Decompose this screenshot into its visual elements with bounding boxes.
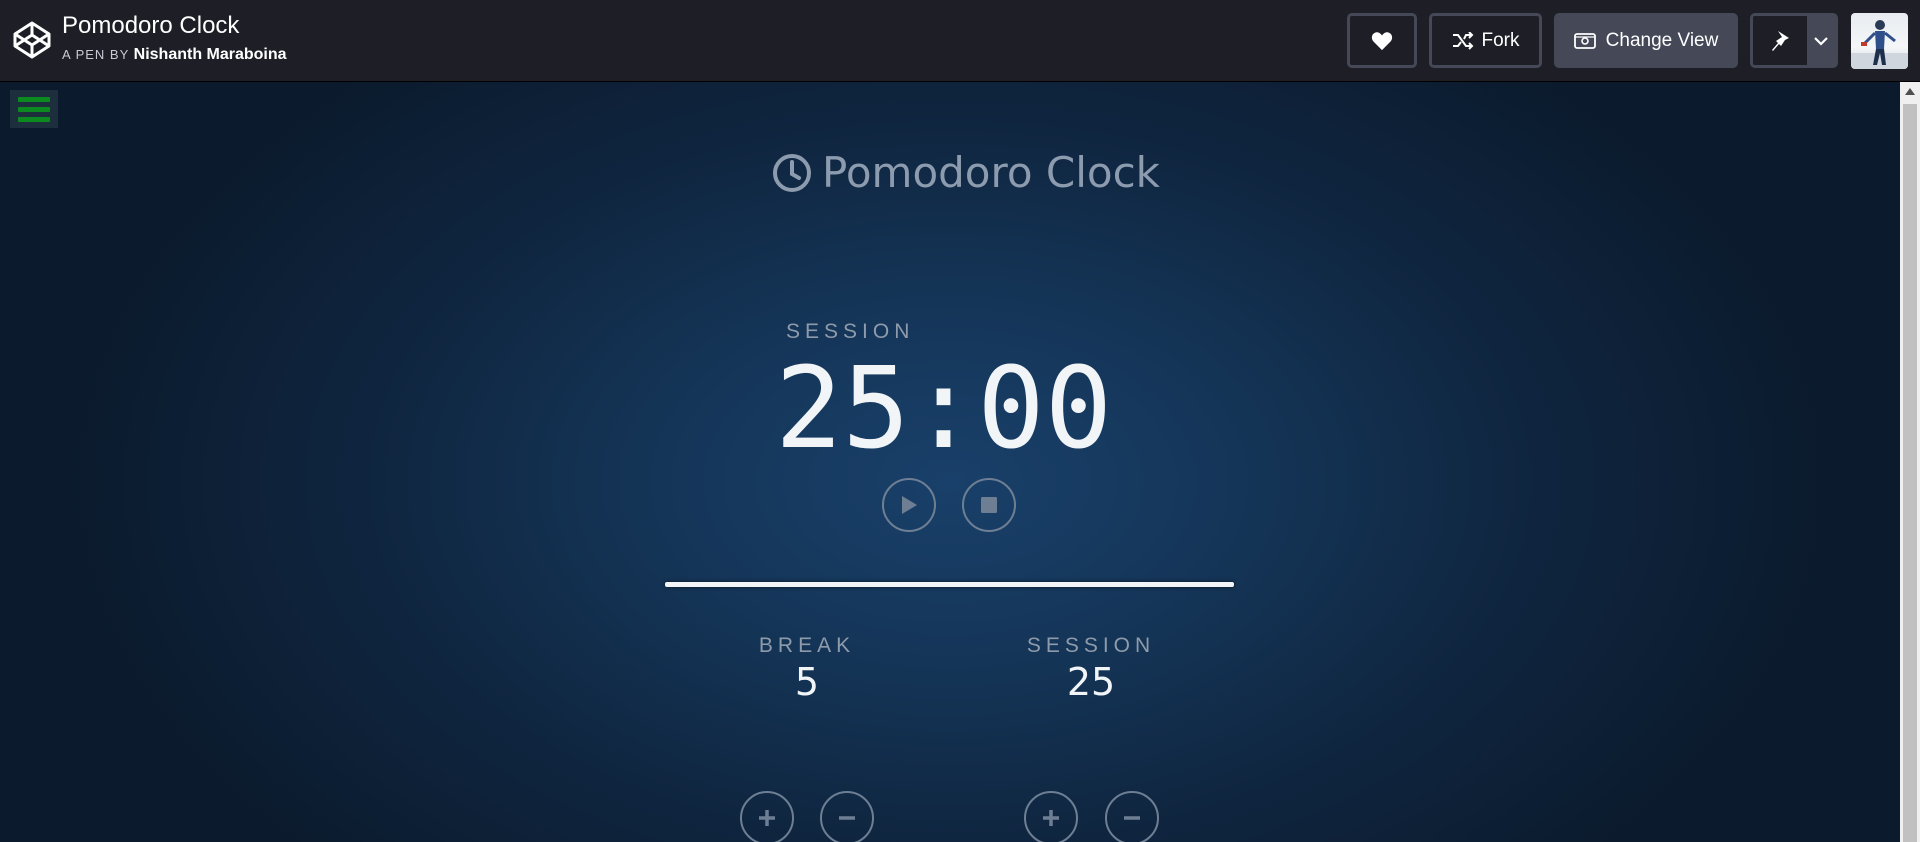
pen-title-block: Pomodoro Clock A PEN BY Nishanth Maraboi… — [62, 12, 287, 64]
scroll-thumb[interactable] — [1903, 104, 1917, 842]
hamburger-line — [18, 116, 50, 122]
break-value: 5 — [794, 660, 820, 704]
stop-icon — [981, 497, 997, 513]
codepen-header: Pomodoro Clock A PEN BY Nishanth Maraboi… — [0, 0, 1920, 82]
app-title: Pomodoro Clock — [772, 148, 1160, 197]
plus-icon — [759, 810, 775, 826]
codepen-logo-icon[interactable] — [12, 20, 52, 60]
pin-button-main[interactable] — [1753, 16, 1808, 65]
vertical-scrollbar[interactable] — [1900, 82, 1920, 842]
change-view-label: Change View — [1605, 29, 1719, 51]
fork-label: Fork — [1481, 29, 1520, 51]
pen-title[interactable]: Pomodoro Clock — [62, 12, 287, 40]
minus-icon — [839, 816, 855, 820]
session-adjuster: SESSION 25 — [1011, 634, 1171, 704]
break-adjuster: BREAK 5 — [727, 634, 887, 704]
user-avatar[interactable] — [1851, 13, 1908, 69]
minus-icon — [1124, 816, 1140, 820]
current-mode-label: SESSION — [786, 320, 915, 343]
plus-icon — [1043, 810, 1059, 826]
pen-byline: A PEN BY Nishanth Maraboina — [62, 46, 287, 64]
break-label: BREAK — [758, 634, 856, 657]
caret-up-icon — [1905, 87, 1915, 95]
fork-button[interactable]: Fork — [1429, 13, 1542, 68]
session-length-label: SESSION — [1026, 634, 1156, 657]
pen-by-prefix: A PEN BY — [62, 47, 130, 62]
break-decrement-button[interactable] — [820, 791, 874, 842]
pin-icon — [1772, 30, 1790, 51]
session-increment-button[interactable] — [1024, 791, 1078, 842]
change-view-button[interactable]: Change View — [1554, 13, 1738, 68]
play-button[interactable] — [882, 478, 936, 532]
fork-icon — [1452, 31, 1473, 50]
session-decrement-button[interactable] — [1105, 791, 1159, 842]
play-icon — [902, 496, 917, 514]
hamburger-line — [18, 106, 50, 112]
scroll-up-arrow[interactable] — [1900, 82, 1920, 100]
pin-dropdown-toggle[interactable] — [1807, 16, 1835, 65]
app-title-text: Pomodoro Clock — [822, 148, 1160, 197]
menu-button[interactable] — [10, 90, 58, 128]
hamburger-line — [18, 96, 50, 102]
clock-icon — [773, 153, 811, 192]
change-view-icon — [1573, 32, 1596, 49]
pin-button[interactable] — [1750, 13, 1838, 68]
heart-icon — [1371, 31, 1393, 50]
session-length-value: 25 — [1066, 660, 1116, 704]
stop-button[interactable] — [962, 478, 1016, 532]
progress-bar — [665, 582, 1234, 587]
timer-display: 25:00 — [775, 344, 1113, 474]
chevron-down-icon — [1814, 36, 1828, 46]
avatar-image — [1851, 20, 1908, 69]
author-link[interactable]: Nishanth Maraboina — [134, 46, 287, 63]
break-increment-button[interactable] — [740, 791, 794, 842]
heart-button[interactable] — [1347, 13, 1417, 68]
